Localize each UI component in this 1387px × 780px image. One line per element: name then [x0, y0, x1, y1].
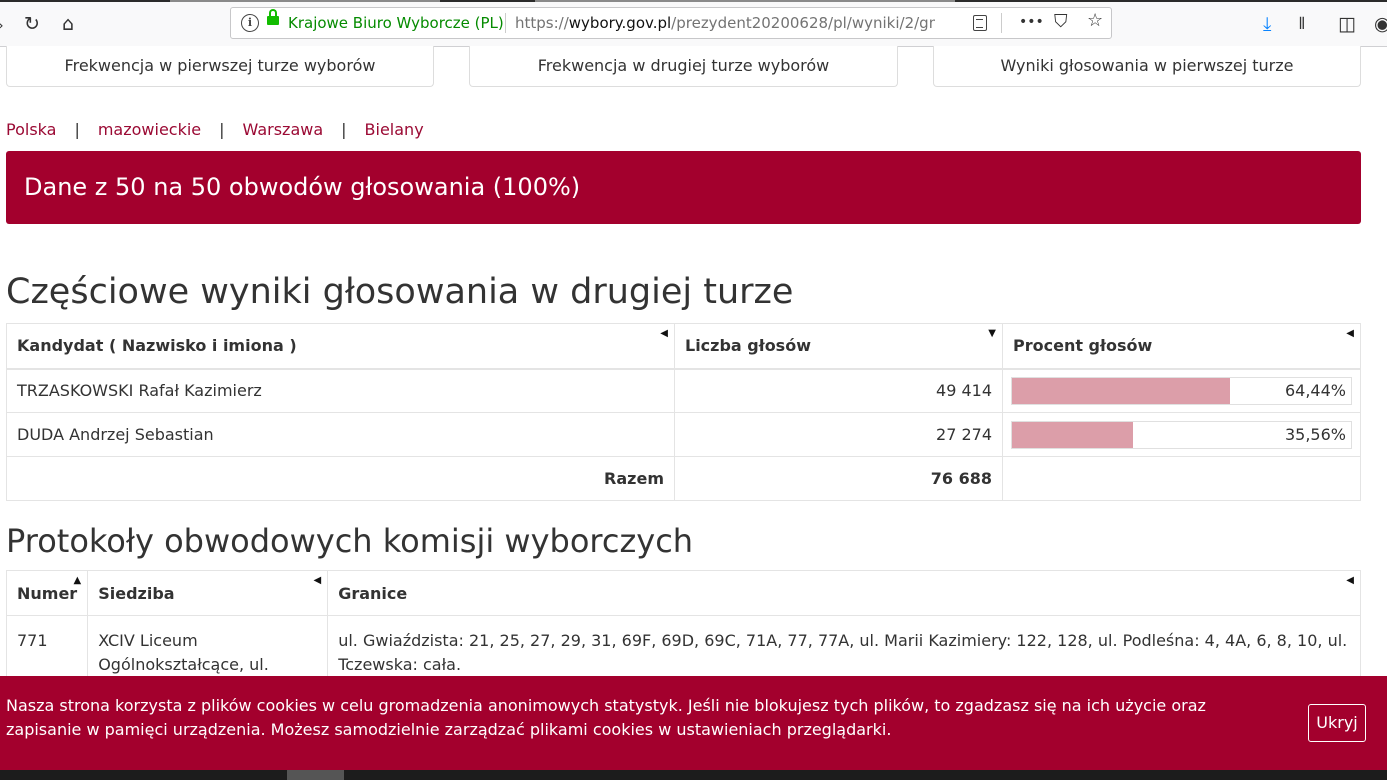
column-header-boundaries[interactable]: Granice ◀ [327, 570, 1361, 616]
cookie-consent-bar: Nasza strona korzysta z plików cookies w… [0, 676, 1387, 770]
table-row: TRZASKOWSKI Rafał Kazimierz 49 414 64,44… [6, 368, 1361, 413]
library-icon[interactable]: 𝍪 [1299, 14, 1305, 34]
column-header-percent[interactable]: Procent głosów ◀ [1002, 323, 1361, 370]
column-header-candidate[interactable]: Kandydat ( Nazwisko i imiona ) ◀ [6, 323, 675, 370]
browser-toolbar: › ↻ ⌂ i Krajowe Biuro Wyborcze (PL) http… [0, 2, 1387, 47]
percent-value: 35,56% [1284, 424, 1346, 444]
taskbar-active-item[interactable] [287, 770, 344, 780]
column-header-label: Procent głosów [1013, 336, 1153, 356]
vote-count: 49 414 [674, 368, 1003, 413]
info-icon[interactable]: i [241, 14, 259, 32]
breadcrumb-divider: | [341, 120, 347, 139]
url-prefix: https:// [515, 14, 569, 32]
tab-turnout-first-round[interactable]: Frekwencja w pierwszej turze wyborów [6, 46, 434, 87]
forward-icon[interactable]: › [0, 16, 4, 36]
tab-results-first-round[interactable]: Wyniki głosowania w pierwszej turze [933, 46, 1361, 87]
results-table: Kandydat ( Nazwisko i imiona ) ◀ Liczba g… [6, 323, 1361, 501]
reload-icon[interactable]: ↻ [24, 14, 40, 34]
candidate-name: TRZASKOWSKI Rafał Kazimierz [6, 368, 675, 413]
total-row: Razem 76 688 [6, 456, 1361, 501]
column-header-seat[interactable]: Siedziba ◀ [87, 570, 329, 616]
breadcrumb-district[interactable]: Bielany [365, 120, 424, 139]
column-header-number[interactable]: Numer ▲ [5, 570, 89, 616]
url-text[interactable]: https://wybory.gov.pl/prezydent20200628/… [515, 14, 935, 32]
os-taskbar [0, 770, 1387, 780]
pocket-icon[interactable]: ⛉ [1054, 11, 1068, 32]
sidebar-icon[interactable]: ◫ [1338, 14, 1356, 34]
percent-cell: 35,56% [1002, 412, 1361, 457]
table-row: DUDA Andrzej Sebastian 27 274 35,56% [6, 412, 1361, 457]
vote-count: 27 274 [674, 412, 1003, 457]
bookmark-star-icon[interactable]: ☆ [1087, 10, 1103, 31]
breadcrumb-country[interactable]: Polska [6, 120, 56, 139]
url-path: /prezydent20200628/pl/wyniki/2/gm [671, 14, 935, 32]
column-header-label: Granice [338, 583, 408, 603]
address-separator [1001, 13, 1002, 33]
total-votes: 76 688 [674, 456, 1003, 501]
column-header-label: Liczba głosów [685, 336, 811, 356]
protocols-heading: Protokoły obwodowych komisji wyborczych [6, 522, 694, 560]
download-icon[interactable]: ⤓ [1263, 14, 1271, 34]
tab-turnout-second-round[interactable]: Frekwencja w drugiej turze wyborów [469, 46, 898, 87]
address-bar[interactable]: i Krajowe Biuro Wyborcze (PL) https://wy… [230, 7, 1112, 39]
column-header-votes[interactable]: Liczba głosów ▼ [674, 323, 1003, 370]
column-header-label: Numer [17, 583, 78, 603]
breadcrumb-city[interactable]: Warszawa [243, 120, 324, 139]
data-coverage-banner: Dane z 50 na 50 obwodów głosowania (100%… [6, 151, 1361, 224]
breadcrumb-divider: | [219, 120, 225, 139]
reader-view-icon[interactable] [973, 15, 987, 31]
sort-icon[interactable]: ◀ [1346, 328, 1354, 339]
breadcrumb: Polska | mazowieckie | Warszawa | Bielany [6, 120, 424, 139]
sort-desc-icon[interactable]: ▼ [988, 328, 996, 339]
table-header-row: Numer ▲ Siedziba ◀ Granice ◀ [5, 570, 1361, 616]
percent-bar: 64,44% [1011, 376, 1352, 405]
total-label: Razem [6, 456, 675, 501]
column-header-label: Kandydat ( Nazwisko i imiona ) [17, 336, 297, 356]
table-header-row: Kandydat ( Nazwisko i imiona ) ◀ Liczba g… [6, 323, 1361, 370]
percent-value: 64,44% [1284, 380, 1346, 400]
breadcrumb-divider: | [74, 120, 80, 139]
home-icon[interactable]: ⌂ [62, 14, 74, 34]
column-header-label: Siedziba [98, 583, 175, 603]
candidate-name: DUDA Andrzej Sebastian [6, 412, 675, 457]
address-separator [505, 13, 506, 33]
account-icon[interactable]: ◉ [1374, 14, 1387, 34]
hide-cookie-button[interactable]: Ukryj [1308, 704, 1366, 742]
percent-cell: 64,44% [1002, 368, 1361, 413]
sort-icon[interactable]: ◀ [1346, 575, 1354, 586]
site-identity[interactable]: Krajowe Biuro Wyborcze (PL) [288, 14, 504, 32]
percent-bar-fill [1012, 377, 1231, 404]
url-domain: wybory.gov.pl [568, 14, 672, 32]
page-actions-icon[interactable]: ••• [1019, 14, 1044, 30]
lock-icon [267, 9, 279, 25]
percent-bar: 35,56% [1011, 420, 1352, 449]
total-empty-cell [1002, 456, 1361, 501]
results-heading: Częściowe wyniki głosowania w drugiej tu… [6, 272, 794, 312]
breadcrumb-voivodeship[interactable]: mazowieckie [98, 120, 201, 139]
sort-asc-icon[interactable]: ▲ [74, 575, 82, 586]
cookie-text: Nasza strona korzysta z plików cookies w… [6, 696, 1206, 739]
percent-bar-fill [1012, 421, 1133, 448]
sort-icon[interactable]: ◀ [660, 328, 668, 339]
sort-icon[interactable]: ◀ [314, 575, 322, 586]
